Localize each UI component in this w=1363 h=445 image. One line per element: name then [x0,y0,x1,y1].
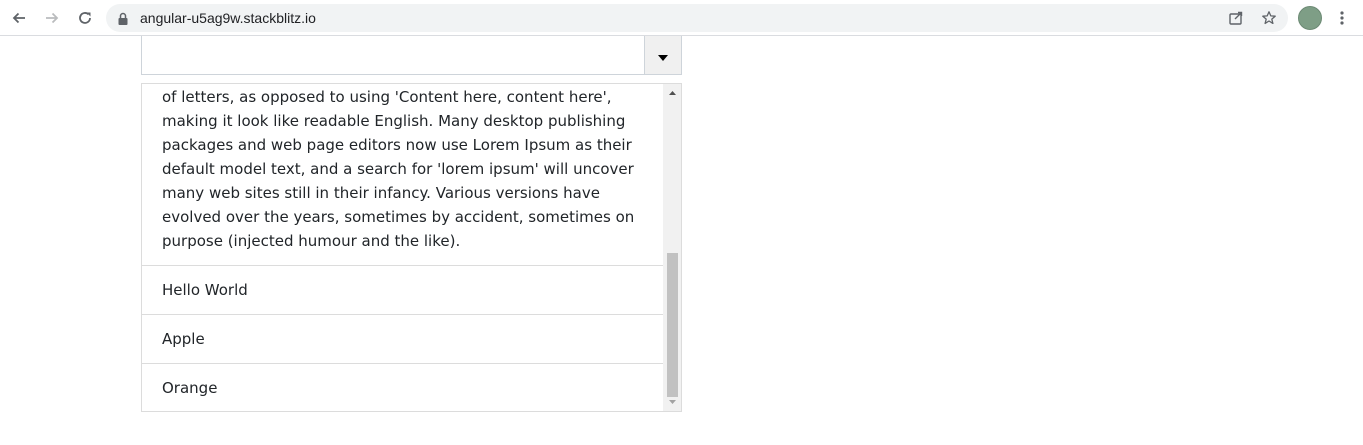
caret-down-icon [658,46,668,65]
scroll-down-arrow-icon[interactable] [663,395,681,409]
url-text: angular-u5ag9w.stackblitz.io [140,10,316,26]
scrollbar[interactable] [663,84,681,411]
option-label: Orange [162,379,218,397]
star-icon[interactable] [1261,10,1277,30]
reload-icon[interactable] [71,4,99,32]
forward-arrow-icon[interactable] [38,4,66,32]
lock-icon [117,11,129,30]
scrollbar-thumb[interactable] [667,253,678,397]
option-item[interactable]: Apple [142,315,664,364]
share-icon[interactable] [1228,10,1244,30]
option-label: Apple [162,330,205,348]
address-bar[interactable]: angular-u5ag9w.stackblitz.io [106,4,1288,32]
option-label: Hello World [162,281,248,299]
option-item[interactable]: of letters, as opposed to using 'Content… [142,84,664,266]
dropdown-input[interactable] [142,36,645,74]
back-arrow-icon[interactable] [5,4,33,32]
option-list[interactable]: of letters, as opposed to using 'Content… [141,83,682,412]
option-item[interactable]: Hello World [142,266,664,315]
browser-toolbar: angular-u5ag9w.stackblitz.io [0,0,1363,36]
more-vert-icon[interactable] [1332,6,1352,30]
scroll-up-arrow-icon[interactable] [663,86,681,100]
dropdown-toggle-button[interactable] [644,36,681,74]
avatar[interactable] [1298,6,1322,30]
options-viewport: of letters, as opposed to using 'Content… [142,84,664,411]
option-label: of letters, as opposed to using 'Content… [162,88,635,250]
dropdown[interactable] [141,36,682,75]
option-item[interactable]: Orange [142,364,664,411]
